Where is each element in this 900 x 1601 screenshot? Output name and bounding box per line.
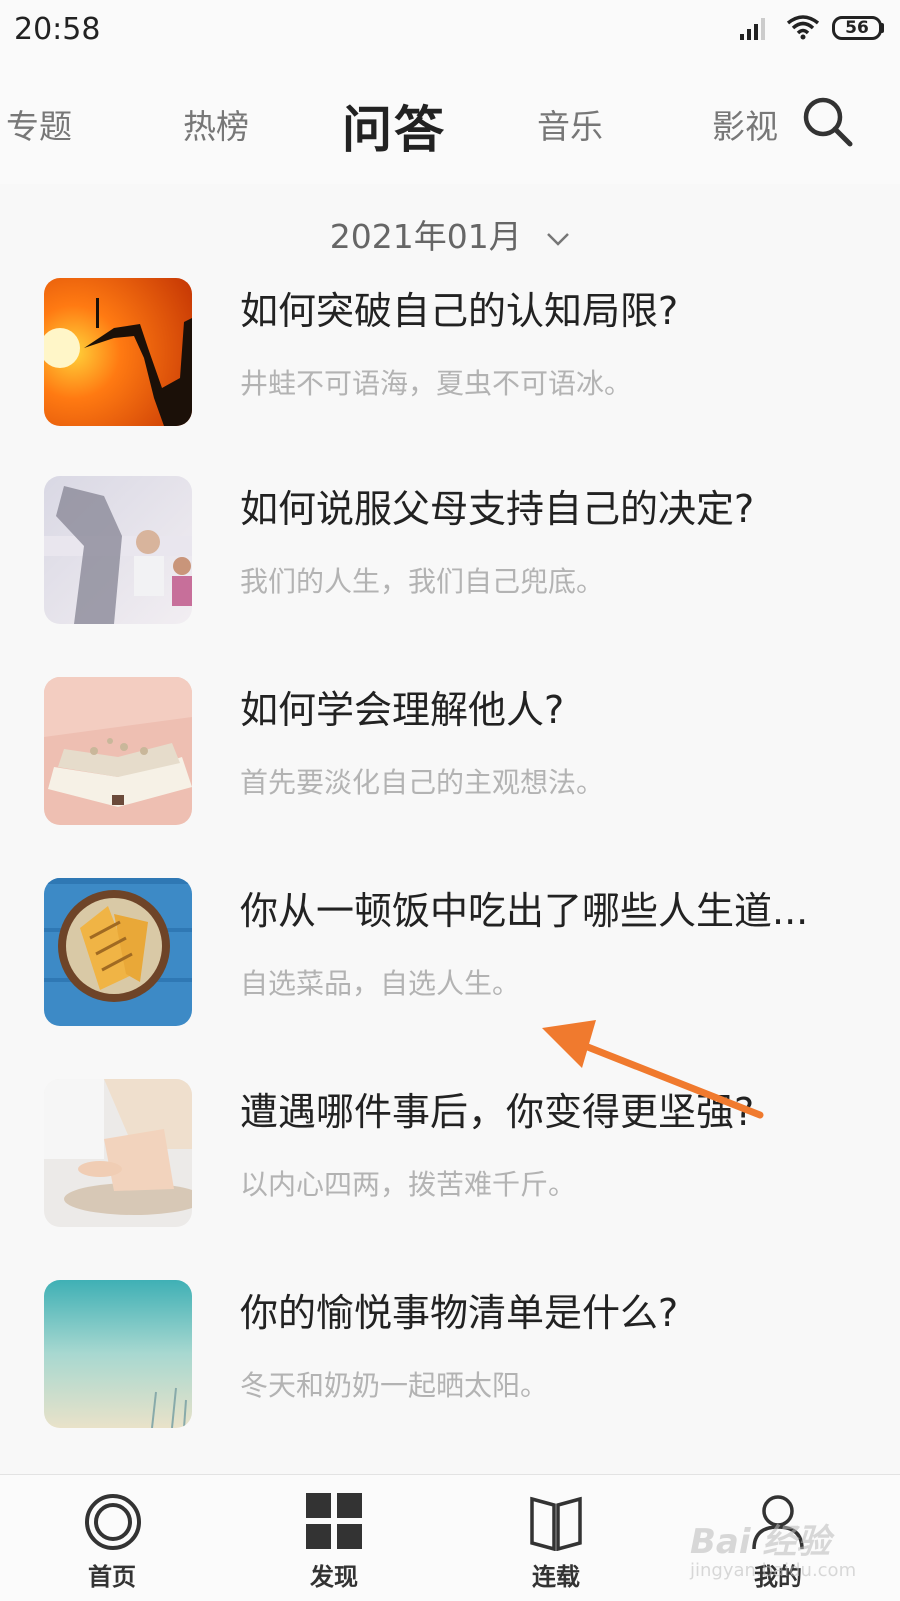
item-subtitle: 首先要淡化自己的主观想法。 [240,766,605,799]
open-book-image [44,677,192,825]
nav-discover[interactable]: 发现 [244,1475,424,1601]
list-item[interactable]: 你的愉悦事物清单是什么? 冬天和奶奶一起晒太阳。 [0,1280,900,1440]
item-title: 遭遇哪件事后，你变得更坚强? [240,1090,755,1134]
family-image [44,476,192,624]
tab-topics[interactable]: 专题 [6,100,72,148]
item-subtitle: 我们的人生，我们自己兜底。 [240,565,605,598]
item-title: 你的愉悦事物清单是什么? [240,1291,679,1335]
grid-icon [306,1493,362,1549]
nav-discover-label: 发现 [310,1563,358,1591]
sandwich-image [44,878,192,1026]
beach-image [44,1280,192,1428]
list-item[interactable]: 如何突破自己的认知局限? 井蛙不可语海，夏虫不可语冰。 [0,278,900,438]
nav-home-label: 首页 [88,1563,136,1591]
status-bar: 20:58 56 [0,0,900,62]
month-label: 2021年01月 [329,217,522,256]
list-item[interactable]: 你从一顿饭中吃出了哪些人生道... 自选菜品，自选人生。 [0,878,900,1038]
signal-icon [740,18,765,40]
search-icon[interactable] [802,96,854,148]
nav-serial[interactable]: 连载 [466,1475,646,1601]
battery-tip [880,23,884,33]
watermark-url: jingyan.baidu.com [690,1560,857,1581]
item-subtitle: 以内心四两，拨苦难千斤。 [240,1168,577,1201]
battery-icon: 56 [832,16,882,40]
list-item[interactable]: 遭遇哪件事后，你变得更坚强? 以内心四两，拨苦难千斤。 [0,1079,900,1239]
tab-music[interactable]: 音乐 [537,100,603,148]
baby-image [44,1079,192,1227]
nav-serial-label: 连载 [532,1563,580,1591]
item-title: 如何学会理解他人? [240,688,565,732]
item-subtitle: 井蛙不可语海，夏虫不可语冰。 [240,367,633,400]
nav-home[interactable]: 首页 [22,1475,202,1601]
tab-film[interactable]: 影视 [712,100,778,148]
item-title: 如何说服父母支持自己的决定? [240,487,755,531]
chevron-down-icon [547,232,570,246]
watermark-text: Bai 经验 [690,1522,831,1562]
item-title: 如何突破自己的认知局限? [240,289,679,333]
item-subtitle: 冬天和奶奶一起晒太阳。 [240,1369,549,1402]
tab-hot-list[interactable]: 热榜 [183,100,249,148]
item-title: 你从一顿饭中吃出了哪些人生道... [240,889,809,933]
status-time: 20:58 [14,12,101,47]
battery-level: 56 [845,18,869,38]
wifi-icon [786,15,820,40]
top-tab-bar: 专题 热榜 问答 音乐 影视 [0,62,900,184]
month-selector[interactable]: 2021年01月 [0,210,900,258]
list-item[interactable]: 如何学会理解他人? 首先要淡化自己的主观想法。 [0,677,900,837]
home-circle-icon [85,1494,141,1550]
list-item[interactable]: 如何说服父母支持自己的决定? 我们的人生，我们自己兜底。 [0,476,900,636]
book-icon [530,1496,582,1551]
tab-qa[interactable]: 问答 [342,90,446,162]
robot-sunset-image [44,278,192,426]
item-subtitle: 自选菜品，自选人生。 [240,967,521,1000]
watermark: Bai 经验 jingyan.baidu.com [690,1500,890,1590]
